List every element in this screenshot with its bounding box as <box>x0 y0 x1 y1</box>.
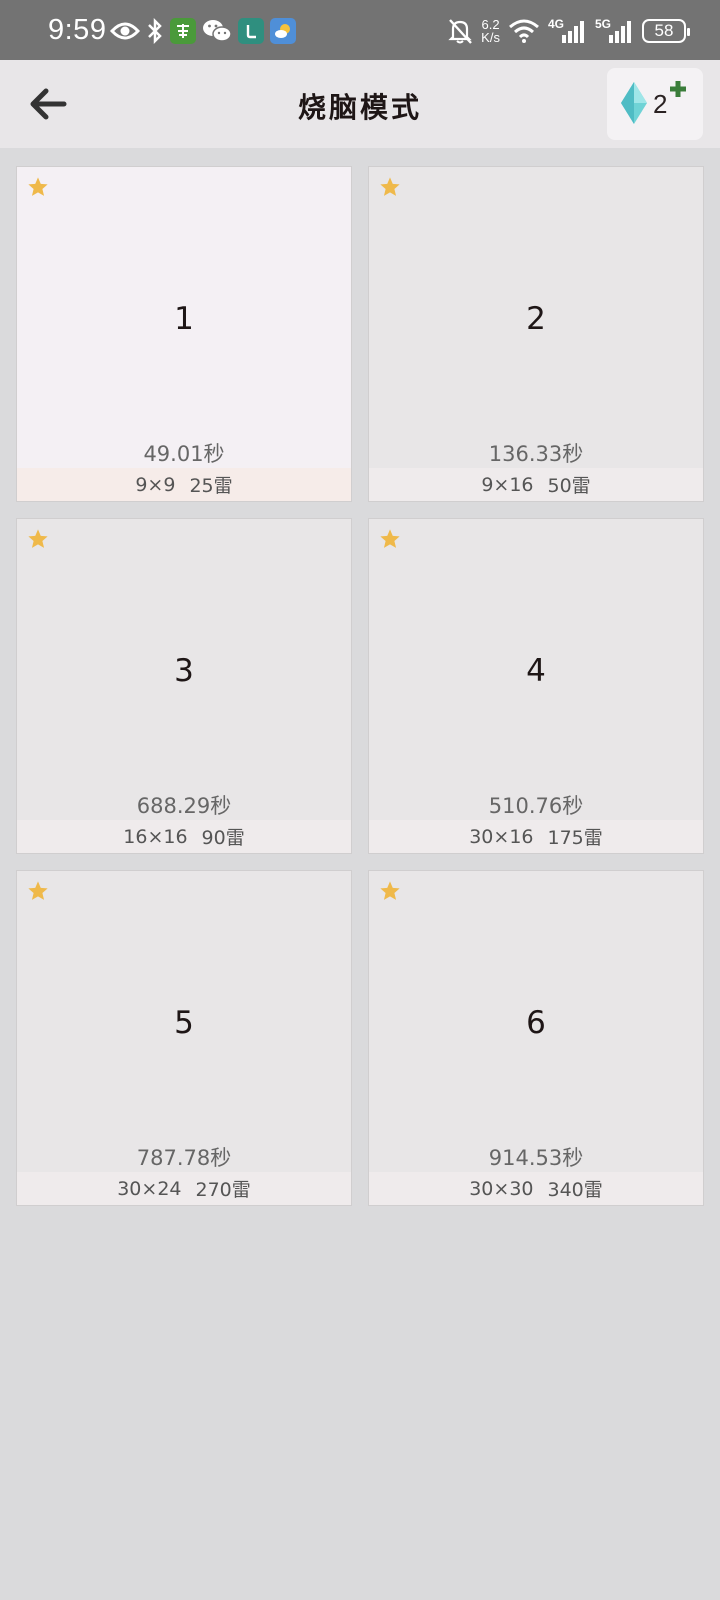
best-time: 914.53秒 <box>488 1146 584 1170</box>
level-card[interactable]: 6 914.53秒 30×30 340雷 <box>368 870 704 1206</box>
board-size: 30×30 <box>469 1177 534 1200</box>
level-card[interactable]: 2 136.33秒 9×16 50雷 <box>368 166 704 502</box>
signal-1-label: 4G <box>547 17 564 31</box>
signal-2-label: 5G <box>594 17 611 31</box>
app-header: 烧脑模式 2 <box>0 60 720 148</box>
level-number: 2 <box>526 301 546 337</box>
bell-muted-icon <box>447 17 473 45</box>
wifi-icon <box>508 19 540 43</box>
best-time: 136.33秒 <box>488 442 584 466</box>
board-size: 9×16 <box>481 473 534 496</box>
best-time: 787.78秒 <box>136 1146 232 1170</box>
level-info: 16×16 90雷 <box>17 820 351 853</box>
star-icon <box>28 177 48 196</box>
star-icon <box>28 529 48 548</box>
level-grid: 1 49.01秒 9×9 25雷 2 136.33秒 9×16 50雷 3 68… <box>16 166 704 1206</box>
level-card[interactable]: 5 787.78秒 30×24 270雷 <box>16 870 352 1206</box>
gem-balance-button[interactable]: 2 <box>607 68 703 140</box>
eye-icon <box>110 20 140 42</box>
battery-level: 58 <box>654 21 674 40</box>
level-card[interactable]: 1 49.01秒 9×9 25雷 <box>16 166 352 502</box>
board-size: 16×16 <box>123 825 188 848</box>
mine-count: 175雷 <box>547 827 603 849</box>
plus-icon <box>669 80 687 102</box>
app-icon-teal <box>238 18 264 44</box>
level-card[interactable]: 4 510.76秒 30×16 175雷 <box>368 518 704 854</box>
mine-count: 25雷 <box>189 475 233 497</box>
mine-count: 90雷 <box>201 827 245 849</box>
level-number: 1 <box>174 301 194 337</box>
status-bar: 9:59 6.2 K/s 4G 5G 58 <box>0 0 720 60</box>
best-time: 688.29秒 <box>136 794 232 818</box>
signal-icon: 4G <box>547 17 587 43</box>
board-size: 9×9 <box>135 473 176 496</box>
level-info: 30×16 175雷 <box>369 820 703 853</box>
gem-count: 2 <box>653 89 668 119</box>
mine-count: 340雷 <box>547 1179 603 1201</box>
level-info: 30×24 270雷 <box>17 1172 351 1205</box>
best-time: 510.76秒 <box>488 794 584 818</box>
status-icons-right: 6.2 K/s 4G 5G 58 <box>447 14 690 48</box>
board-size: 30×16 <box>469 825 534 848</box>
level-info: 9×16 50雷 <box>369 468 703 501</box>
star-icon <box>380 177 400 196</box>
level-number: 6 <box>526 1005 546 1041</box>
mine-count: 270雷 <box>195 1179 251 1201</box>
level-number: 5 <box>174 1005 194 1041</box>
level-number: 4 <box>526 653 546 689</box>
star-icon <box>28 881 48 900</box>
weather-icon <box>270 18 296 44</box>
signal-icon: 5G <box>594 17 634 43</box>
mine-count: 50雷 <box>547 475 591 497</box>
diamond-icon <box>621 82 647 128</box>
net-speed: 6.2 K/s <box>481 18 500 44</box>
level-info: 30×30 340雷 <box>369 1172 703 1205</box>
level-number: 3 <box>174 653 194 689</box>
best-time: 49.01秒 <box>143 442 225 466</box>
level-info: 9×9 25雷 <box>17 468 351 501</box>
board-size: 30×24 <box>117 1177 182 1200</box>
star-icon <box>380 529 400 548</box>
wechat-icon <box>202 18 232 44</box>
star-icon <box>380 881 400 900</box>
battery-indicator: 58 <box>642 19 690 43</box>
net-speed-unit: K/s <box>481 30 500 45</box>
app-icon-green <box>170 18 196 44</box>
level-card[interactable]: 3 688.29秒 16×16 90雷 <box>16 518 352 854</box>
status-icons-left <box>110 16 296 46</box>
bluetooth-icon <box>146 18 164 44</box>
status-time: 9:59 <box>48 14 107 46</box>
